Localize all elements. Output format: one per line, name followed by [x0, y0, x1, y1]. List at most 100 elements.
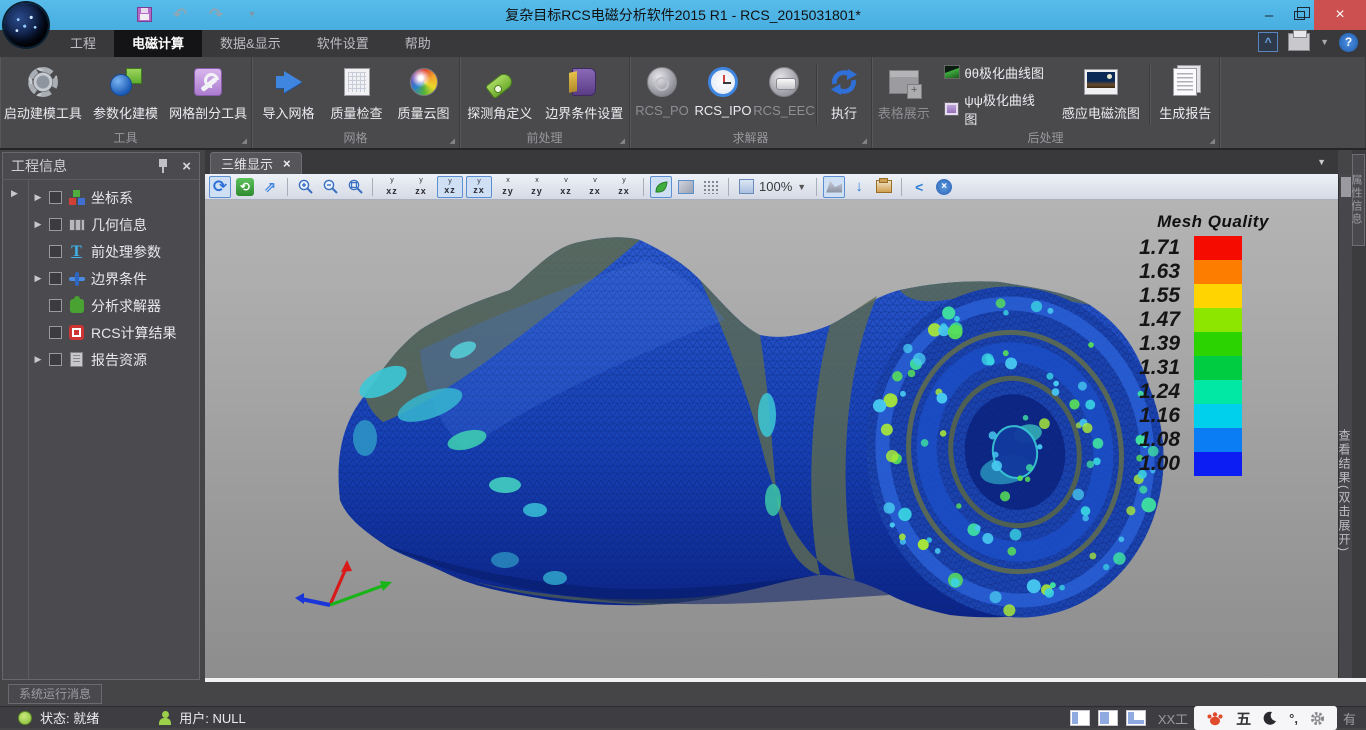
view-results-strip[interactable]: 查看结果(双击展开) — [1338, 174, 1352, 678]
parameter-T-icon: T — [71, 244, 82, 260]
ime-gear-icon[interactable] — [1310, 711, 1325, 726]
legend-swatch — [1194, 452, 1242, 476]
ime-toolbar[interactable]: 五 °, — [1194, 706, 1337, 730]
layout-bottom-pane-icon[interactable] — [1126, 710, 1146, 726]
tree-item-preprocess-params[interactable]: T 前处理参数 — [29, 238, 199, 265]
checkbox[interactable] — [49, 191, 62, 204]
view-preset-button-1[interactable]: yxz — [379, 176, 405, 198]
expand-arrow-icon[interactable]: ▶ — [33, 219, 43, 230]
close-view-button[interactable]: × — [933, 176, 955, 198]
view-preset-button-2[interactable]: yzx — [408, 176, 434, 198]
quality-cloud-button[interactable]: 质量云图 — [391, 59, 457, 131]
expand-arrow-icon[interactable]: ▶ — [33, 354, 43, 365]
clip-plane-button[interactable] — [823, 176, 845, 198]
layout-left-pane-icon[interactable] — [1070, 710, 1090, 726]
table-display-button[interactable]: 表格展示 — [872, 59, 936, 131]
checkbox[interactable] — [49, 353, 62, 366]
quality-check-button[interactable]: 质量检查 — [323, 59, 391, 131]
zoom-fit-button[interactable] — [344, 176, 366, 198]
ribbon-group-solver: RCS_PO RCS_IPO RCS_EEC — [630, 57, 872, 148]
rcs-po-button[interactable]: RCS_PO — [632, 59, 692, 131]
view-preset-button-5[interactable]: xzy — [495, 176, 521, 198]
checkbox[interactable] — [49, 299, 62, 312]
viewport-3d[interactable]: Mesh Quality 1.71 1.63 1.55 1.47 1.39 1.… — [205, 200, 1338, 678]
redo-button[interactable]: ↷ — [206, 4, 226, 24]
system-messages-tab[interactable]: 系统运行消息 — [8, 684, 102, 704]
render-shaded-button[interactable] — [675, 176, 697, 198]
expand-arrow-icon[interactable]: ▶ — [33, 192, 43, 203]
render-smooth-button[interactable] — [650, 176, 672, 198]
psi-polarization-curve-button[interactable]: ψψ极化曲线图 — [944, 90, 1048, 128]
tab-list-dropdown-icon[interactable]: ▼ — [1317, 157, 1326, 167]
quick-access-dropdown[interactable]: ▼ — [242, 4, 262, 24]
print-dropdown-icon[interactable]: ▼ — [1320, 37, 1329, 47]
view-preset-button-4[interactable]: yzx — [466, 176, 492, 198]
tree-item-geometry-info[interactable]: ▶ 几何信息 — [29, 211, 199, 238]
checkbox[interactable] — [49, 272, 62, 285]
properties-tab[interactable]: 属性信息 — [1352, 154, 1365, 246]
menu-tab-em-compute[interactable]: 电磁计算 — [114, 30, 202, 57]
undo-button[interactable]: ↶ — [170, 4, 190, 24]
view-preset-button-6[interactable]: xzy — [524, 176, 550, 198]
launch-modeling-tool-button[interactable]: 启动建模工具 — [0, 59, 86, 131]
ime-paw-icon[interactable] — [1206, 710, 1224, 726]
theta-polarization-curve-button[interactable]: θθ极化曲线图 — [944, 63, 1048, 82]
tree-item-coordinate-system[interactable]: ▶ 坐标系 — [29, 184, 199, 211]
run-icon — [829, 67, 859, 97]
zoom-dropdown-icon[interactable]: ▼ — [797, 182, 806, 192]
rcs-ipo-button[interactable]: RCS_IPO — [692, 59, 754, 131]
menu-tab-help[interactable]: 帮助 — [387, 30, 449, 57]
view-preset-button-8[interactable]: vzx — [582, 176, 608, 198]
checkbox[interactable] — [49, 245, 62, 258]
boundary-condition-button[interactable]: 边界条件设置 — [540, 59, 629, 131]
copy-view-button[interactable] — [873, 176, 895, 198]
zoom-in-button[interactable] — [294, 176, 316, 198]
help-icon[interactable]: ? — [1339, 33, 1358, 52]
ime-wubi-label[interactable]: 五 — [1236, 708, 1251, 729]
checkbox[interactable] — [49, 218, 62, 231]
tree-item-analysis-solver[interactable]: 分析求解器 — [29, 292, 199, 319]
detection-angle-button[interactable]: 探测角定义 — [460, 59, 540, 131]
menu-tab-settings[interactable]: 软件设置 — [299, 30, 387, 57]
zoom-out-button[interactable] — [319, 176, 341, 198]
import-mesh-button[interactable]: 导入网格 — [255, 59, 323, 131]
mesh-partition-tool-button[interactable]: 网格剖分工具 — [165, 59, 251, 131]
share-view-button[interactable]: < — [908, 176, 930, 198]
restore-button[interactable] — [1284, 0, 1314, 30]
import-view-button[interactable]: ↓ — [848, 176, 870, 198]
close-button[interactable]: × — [1314, 0, 1366, 30]
tree-item-boundary-conditions[interactable]: ▶ 边界条件 — [29, 265, 199, 292]
parametric-modeling-button[interactable]: 参数化建模 — [86, 59, 166, 131]
render-points-button[interactable] — [700, 176, 722, 198]
minimize-button[interactable]: – — [1254, 0, 1284, 30]
induced-current-map-button[interactable]: 感应电磁流图 — [1055, 59, 1146, 131]
tree-item-report-resources[interactable]: ▶ 报告资源 — [29, 346, 199, 373]
ime-moon-icon[interactable] — [1263, 711, 1277, 726]
expand-arrow-icon[interactable]: ▶ — [33, 273, 43, 284]
group-label-solver: 求解器 — [634, 129, 867, 146]
menu-tab-engineering[interactable]: 工程 — [52, 30, 114, 57]
view-preset-button-9[interactable]: yzx — [611, 176, 637, 198]
pan-view-button[interactable]: ⇗ — [259, 176, 281, 198]
generate-report-button[interactable]: 生成报告 — [1152, 59, 1219, 131]
tree-item-rcs-results[interactable]: RCS计算结果 — [29, 319, 199, 346]
view-preset-button-3[interactable]: yxz — [437, 176, 463, 198]
zoom-level-control[interactable]: 100% ▼ — [735, 176, 810, 198]
orbit-view-button[interactable]: ⟲ — [234, 176, 256, 198]
app-logo[interactable] — [4, 3, 48, 47]
collapse-ribbon-icon[interactable]: ^ — [1258, 32, 1278, 52]
pin-icon[interactable] — [158, 159, 168, 173]
panel-close-icon[interactable]: × — [182, 159, 191, 174]
print-icon[interactable] — [1288, 33, 1310, 51]
rotate-view-button[interactable]: ⟳ — [209, 176, 231, 198]
ime-punct-label[interactable]: °, — [1289, 711, 1298, 726]
tab-close-icon[interactable]: × — [283, 156, 291, 171]
execute-button[interactable]: 执行 — [819, 59, 869, 131]
view-preset-button-7[interactable]: vxz — [553, 176, 579, 198]
tab-3d-display[interactable]: 三维显示 × — [210, 152, 302, 174]
menu-tab-data-display[interactable]: 数据&显示 — [202, 30, 299, 57]
layout-wide-pane-icon[interactable] — [1098, 710, 1118, 726]
save-button[interactable] — [134, 4, 154, 24]
rcs-eec-button[interactable]: RCS_EEC — [754, 59, 814, 131]
checkbox[interactable] — [49, 326, 62, 339]
